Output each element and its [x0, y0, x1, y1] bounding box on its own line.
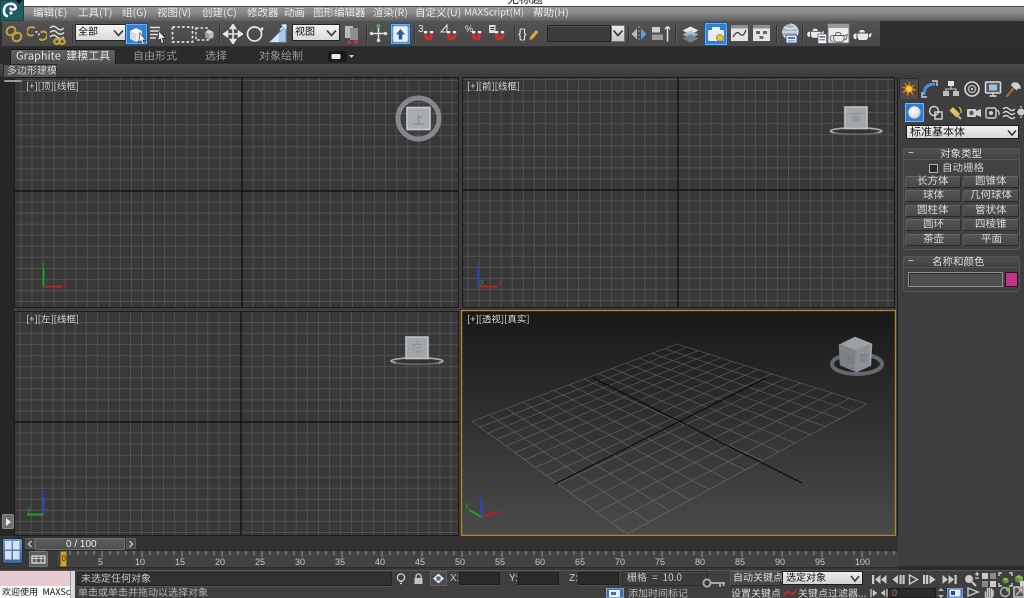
svg-text:%: % — [465, 24, 473, 34]
svg-text:y: y — [27, 505, 31, 514]
svg-text:z: z — [45, 277, 49, 286]
svg-text:y: y — [41, 260, 45, 269]
svg-text:x: x — [498, 279, 502, 288]
svg-text:z: z — [479, 490, 483, 499]
svg-text:x: x — [499, 508, 503, 517]
svg-text:{}: {} — [518, 26, 527, 41]
svg-text:z: z — [476, 260, 480, 269]
svg-text:x: x — [45, 505, 49, 514]
svg-text:x: x — [63, 279, 67, 288]
svg-text:y: y — [465, 501, 469, 510]
svg-text:z: z — [41, 488, 45, 497]
svg-text:y: y — [480, 277, 484, 286]
svg-text:3: 3 — [418, 24, 424, 35]
